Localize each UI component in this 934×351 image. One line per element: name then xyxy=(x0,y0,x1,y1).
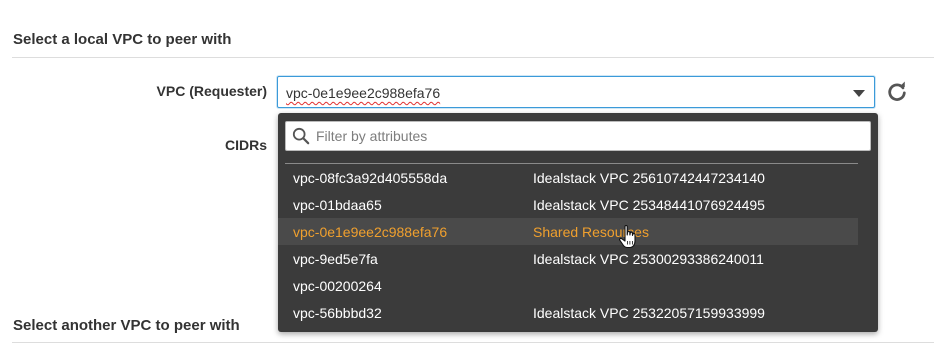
vpc-option[interactable]: vpc-00200264 xyxy=(278,272,858,299)
vpc-option-name: Shared Resources xyxy=(533,224,649,240)
vpc-requester-label: VPC (Requester) xyxy=(156,83,267,99)
vpc-option[interactable]: vpc-08fc3a92d405558da Idealstack VPC 256… xyxy=(278,164,858,191)
section-title-another-vpc: Select another VPC to peer with xyxy=(13,317,240,334)
vpc-option-name: Idealstack VPC 25348441076924495 xyxy=(533,197,765,213)
caret-down-icon[interactable] xyxy=(853,90,865,97)
section-divider xyxy=(12,57,934,58)
cidrs-label: CIDRs xyxy=(224,137,267,153)
vpc-dropdown-menu: vpc-08fc3a92d405558da Idealstack VPC 256… xyxy=(278,113,878,332)
section-divider xyxy=(12,342,934,343)
filter-input[interactable] xyxy=(316,122,856,150)
vpc-option[interactable]: vpc-9ed5e7fa Idealstack VPC 253002933862… xyxy=(278,245,858,272)
vpc-option-name: Idealstack VPC 25300293386240011 xyxy=(533,251,764,267)
vpc-option-id: vpc-9ed5e7fa xyxy=(293,251,378,267)
vpc-requester-select[interactable]: vpc-0e1e9ee2c988efa76 xyxy=(277,76,875,108)
vpc-option-id: vpc-01bdaa65 xyxy=(293,197,382,213)
vpc-option[interactable]: vpc-01bdaa65 Idealstack VPC 253484410769… xyxy=(278,191,858,218)
vpc-option-id: vpc-08fc3a92d405558da xyxy=(293,170,448,186)
refresh-icon[interactable] xyxy=(886,81,908,103)
filter-field[interactable] xyxy=(285,121,871,151)
vpc-option-name: Idealstack VPC 25322057159933999 xyxy=(533,305,765,321)
vpc-option-id: vpc-56bbbd32 xyxy=(293,305,382,321)
vpc-requester-select-value: vpc-0e1e9ee2c988efa76 xyxy=(286,85,441,101)
section-title-local-vpc: Select a local VPC to peer with xyxy=(13,31,232,48)
vpc-option-list: vpc-08fc3a92d405558da Idealstack VPC 256… xyxy=(278,164,878,326)
vpc-option-name: Idealstack VPC 25610742447234140 xyxy=(533,170,765,186)
vpc-option-id: vpc-0e1e9ee2c988efa76 xyxy=(293,224,448,240)
vpc-option-selected[interactable]: vpc-0e1e9ee2c988efa76 Shared Resources xyxy=(278,218,858,245)
vpc-option[interactable]: vpc-56bbbd32 Idealstack VPC 253220571599… xyxy=(278,299,858,326)
vpc-option-id: vpc-00200264 xyxy=(293,278,382,294)
search-icon xyxy=(292,127,310,145)
